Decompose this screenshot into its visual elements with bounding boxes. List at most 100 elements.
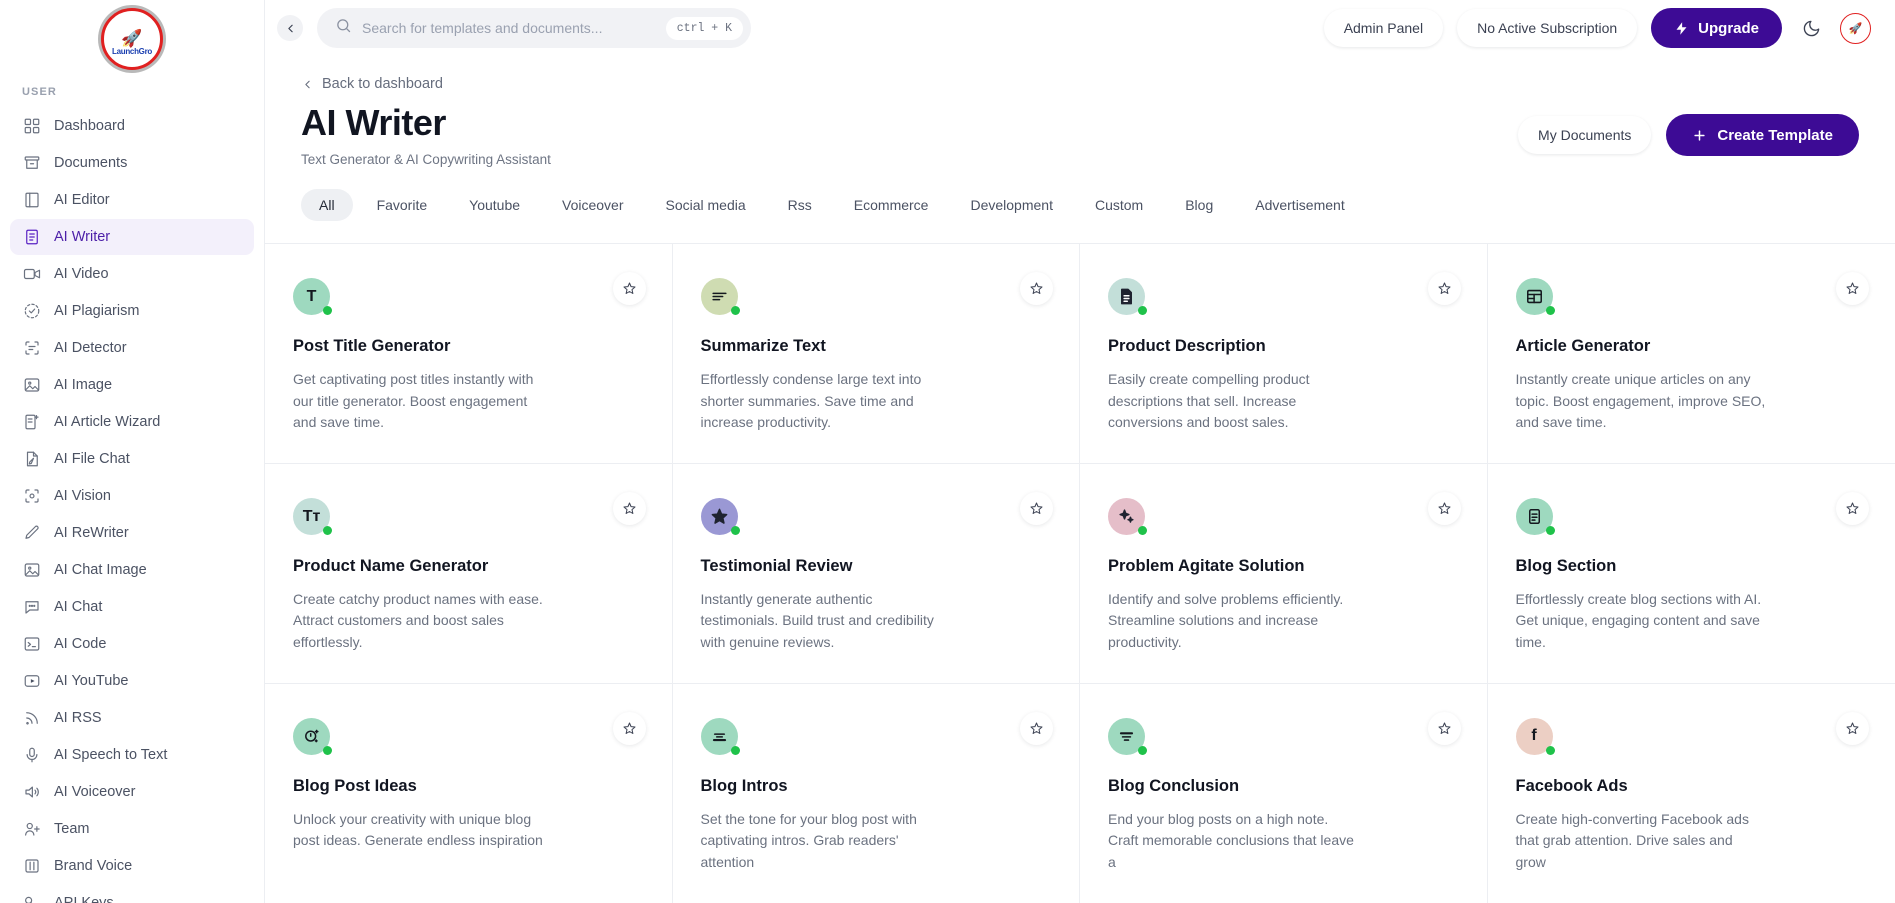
- sidebar-item-api-keys[interactable]: API Keys: [10, 885, 254, 903]
- sidebar-item-ai-voiceover[interactable]: AI Voiceover: [10, 774, 254, 810]
- sidebar-item-ai-image[interactable]: AI Image: [10, 367, 254, 403]
- key-icon: [22, 894, 41, 903]
- favorite-star-button[interactable]: [1428, 492, 1461, 525]
- sidebar-item-label: AI Speech to Text: [54, 747, 167, 763]
- subscription-status-button[interactable]: No Active Subscription: [1457, 9, 1637, 47]
- app-root: 🚀 LaunchGro USER DashboardDocumentsAI Ed…: [0, 0, 1895, 903]
- main-area: ctrl + K Admin Panel No Active Subscript…: [265, 0, 1895, 903]
- card-description: Effortlessly condense large text into sh…: [701, 369, 951, 433]
- rss-icon: [22, 709, 41, 728]
- card-title: Problem Agitate Solution: [1108, 557, 1453, 576]
- sidebar-item-dashboard[interactable]: Dashboard: [10, 108, 254, 144]
- bolt-icon: [1674, 21, 1689, 36]
- sidebar-item-label: AI Plagiarism: [54, 303, 139, 319]
- template-card[interactable]: Problem Agitate Solution Identify and sol…: [1080, 464, 1488, 684]
- template-card[interactable]: TPost Title GeneratorGet captivating pos…: [265, 244, 673, 464]
- star-filled-icon: [701, 498, 738, 535]
- star-icon: [622, 501, 637, 516]
- layout-icon: [1516, 278, 1553, 315]
- favorite-star-button[interactable]: [1836, 272, 1869, 305]
- template-card[interactable]: Product DescriptionEasily create compell…: [1080, 244, 1488, 464]
- favorite-star-button[interactable]: [1020, 272, 1053, 305]
- tab-youtube[interactable]: Youtube: [451, 189, 538, 221]
- search-input[interactable]: [362, 20, 656, 36]
- sidebar-item-ai-video[interactable]: AI Video: [10, 256, 254, 292]
- page-actions: My Documents Create Template: [1518, 102, 1859, 156]
- favorite-star-button[interactable]: [613, 272, 646, 305]
- sidebar-item-label: Brand Voice: [54, 858, 132, 874]
- panels-icon: [22, 857, 41, 876]
- sidebar-item-brand-voice[interactable]: Brand Voice: [10, 848, 254, 884]
- card-description: Set the tone for your blog post with cap…: [701, 809, 951, 873]
- sidebar-item-documents[interactable]: Documents: [10, 145, 254, 181]
- user-avatar[interactable]: 🚀: [1840, 13, 1871, 44]
- favorite-star-button[interactable]: [613, 492, 646, 525]
- admin-panel-button[interactable]: Admin Panel: [1324, 9, 1443, 47]
- template-card[interactable]: Blog IntrosSet the tone for your blog po…: [673, 684, 1081, 903]
- status-dot: [1546, 526, 1555, 535]
- template-card[interactable]: Blog ConclusionEnd your blog posts on a …: [1080, 684, 1488, 903]
- video-icon: [22, 265, 41, 284]
- archive-icon: [22, 154, 41, 173]
- card-title: Testimonial Review: [701, 557, 1046, 576]
- upgrade-button[interactable]: Upgrade: [1651, 8, 1782, 48]
- create-template-button[interactable]: Create Template: [1666, 114, 1859, 156]
- brand-logo[interactable]: 🚀 LaunchGro: [101, 8, 163, 70]
- favorite-star-button[interactable]: [1020, 492, 1053, 525]
- sidebar-item-ai-editor[interactable]: AI Editor: [10, 182, 254, 218]
- favorite-star-button[interactable]: [1020, 712, 1053, 745]
- sidebar-collapse-button[interactable]: [277, 15, 303, 41]
- tab-favorite[interactable]: Favorite: [359, 189, 446, 221]
- sidebar-item-ai-file-chat[interactable]: AI File Chat: [10, 441, 254, 477]
- page-title-block: AI Writer Text Generator & AI Copywritin…: [301, 102, 551, 167]
- tab-social-media[interactable]: Social media: [648, 189, 764, 221]
- template-card[interactable]: Blog Post IdeasUnlock your creativity wi…: [265, 684, 673, 903]
- tab-development[interactable]: Development: [952, 189, 1071, 221]
- lightbulb-spark-icon: [293, 718, 330, 755]
- sidebar-item-ai-youtube[interactable]: AI YouTube: [10, 663, 254, 699]
- sidebar-item-ai-speech-to-text[interactable]: AI Speech to Text: [10, 737, 254, 773]
- sidebar-item-ai-rewriter[interactable]: AI ReWriter: [10, 515, 254, 551]
- favorite-star-button[interactable]: [1428, 272, 1461, 305]
- star-icon: [1845, 281, 1860, 296]
- grid-icon: [22, 117, 41, 136]
- favorite-star-button[interactable]: [1836, 492, 1869, 525]
- speaker-icon: [22, 783, 41, 802]
- status-dot: [731, 526, 740, 535]
- tab-ecommerce[interactable]: Ecommerce: [836, 189, 947, 221]
- sidebar-item-ai-vision[interactable]: AI Vision: [10, 478, 254, 514]
- card-description: Identify and solve problems efficiently.…: [1108, 589, 1358, 653]
- status-dot: [1546, 746, 1555, 755]
- search-box[interactable]: ctrl + K: [317, 8, 751, 48]
- template-card[interactable]: TтProduct Name GeneratorCreate catchy pr…: [265, 464, 673, 684]
- back-to-dashboard-link[interactable]: Back to dashboard: [301, 76, 1859, 92]
- tab-custom[interactable]: Custom: [1077, 189, 1161, 221]
- sidebar-item-ai-chat[interactable]: AI Chat: [10, 589, 254, 625]
- favorite-star-button[interactable]: [1836, 712, 1869, 745]
- sidebar-item-ai-article-wizard[interactable]: AI Article Wizard: [10, 404, 254, 440]
- sidebar-item-ai-chat-image[interactable]: AI Chat Image: [10, 552, 254, 588]
- sidebar-item-ai-rss[interactable]: AI RSS: [10, 700, 254, 736]
- sidebar-item-team[interactable]: Team: [10, 811, 254, 847]
- template-card[interactable]: Testimonial ReviewInstantly generate aut…: [673, 464, 1081, 684]
- sidebar-item-ai-detector[interactable]: AI Detector: [10, 330, 254, 366]
- template-card[interactable]: Blog SectionEffortlessly create blog sec…: [1488, 464, 1895, 684]
- template-card[interactable]: Article GeneratorInstantly create unique…: [1488, 244, 1895, 464]
- card-description: Instantly create unique articles on any …: [1516, 369, 1766, 433]
- template-card[interactable]: fFacebook AdsCreate high-converting Face…: [1488, 684, 1895, 903]
- status-dot: [323, 306, 332, 315]
- book-icon: [22, 191, 41, 210]
- template-card[interactable]: Summarize TextEffortlessly condense larg…: [673, 244, 1081, 464]
- tab-voiceover[interactable]: Voiceover: [544, 189, 641, 221]
- my-documents-button[interactable]: My Documents: [1518, 116, 1651, 154]
- tab-all[interactable]: All: [301, 189, 353, 221]
- sidebar-item-ai-writer[interactable]: AI Writer: [10, 219, 254, 255]
- tab-blog[interactable]: Blog: [1167, 189, 1231, 221]
- favorite-star-button[interactable]: [1428, 712, 1461, 745]
- sidebar-item-ai-plagiarism[interactable]: AI Plagiarism: [10, 293, 254, 329]
- theme-toggle-button[interactable]: [1796, 13, 1826, 43]
- tab-rss[interactable]: Rss: [770, 189, 830, 221]
- tab-advertisement[interactable]: Advertisement: [1237, 189, 1362, 221]
- sidebar-item-ai-code[interactable]: AI Code: [10, 626, 254, 662]
- favorite-star-button[interactable]: [613, 712, 646, 745]
